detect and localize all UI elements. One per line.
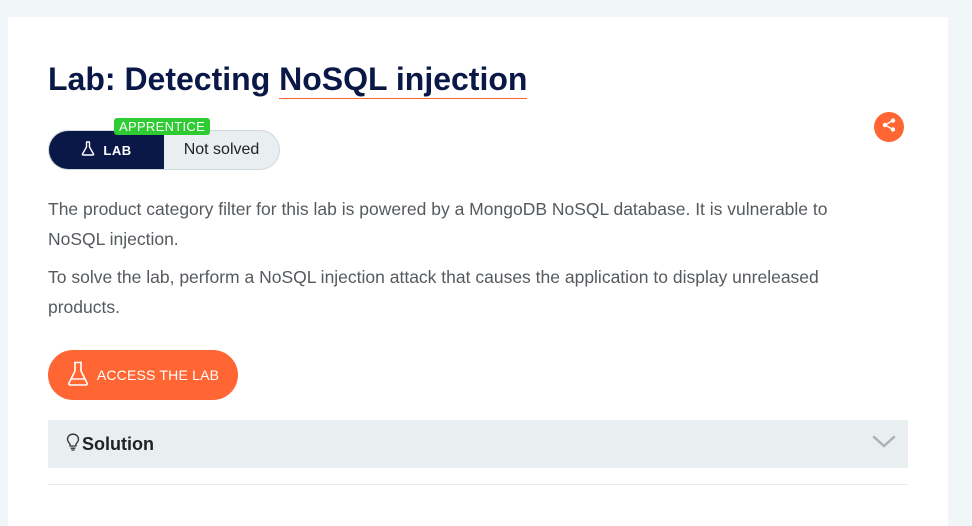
flask-icon [81, 141, 95, 159]
access-lab-label: ACCESS THE LAB [96, 367, 220, 383]
lightbulb-icon [66, 433, 80, 456]
share-icon [881, 117, 897, 138]
title-prefix: Lab: Detecting [48, 61, 280, 97]
description-paragraph-1: The product category filter for this lab… [48, 199, 828, 249]
lab-status-badge: LAB Not solved [48, 130, 280, 170]
solution-label: Solution [82, 433, 154, 454]
difficulty-level-tag: APPRENTICE [114, 118, 211, 135]
solved-status: Not solved [183, 141, 260, 158]
lab-type-label: LAB [49, 131, 164, 169]
solution-accordion[interactable]: Solution [48, 420, 908, 468]
title-link[interactable]: NoSQL injection [279, 61, 528, 99]
page-title: Lab: Detecting NoSQL injection [48, 60, 528, 99]
divider [48, 484, 908, 485]
flask-icon [67, 361, 89, 390]
share-button[interactable] [874, 112, 904, 142]
lab-label: LAB [103, 142, 132, 158]
description-paragraph-2: To solve the lab, perform a NoSQL inject… [48, 267, 819, 317]
access-lab-button[interactable]: ACCESS THE LAB [48, 350, 238, 400]
chevron-down-icon[interactable] [872, 434, 896, 455]
lab-card: Lab: Detecting NoSQL injection LAB Not s… [8, 17, 948, 526]
